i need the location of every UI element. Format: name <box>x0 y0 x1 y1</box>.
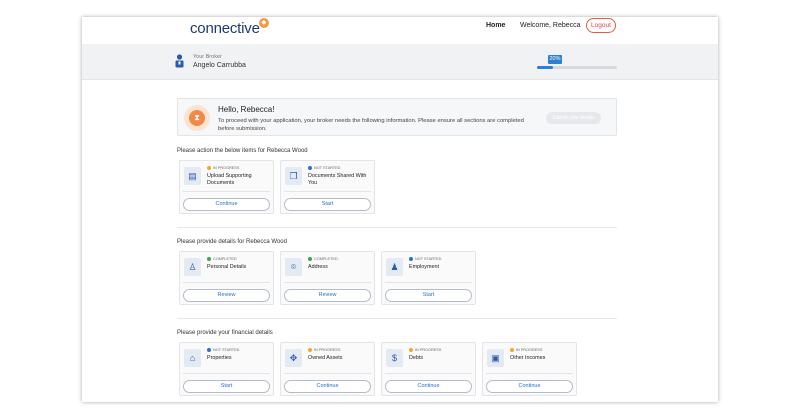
card-divider <box>183 191 270 192</box>
card-title: Properties <box>207 355 232 361</box>
broker-bar: Your Broker Angelo Carrubba 20% <box>82 44 718 80</box>
task-card: ⌾ COMPLETED Address Review <box>280 251 375 305</box>
greeting-message: To proceed with your application, your b… <box>218 118 524 132</box>
status-badge: COMPLETED <box>308 257 338 261</box>
submit-details-button[interactable]: Submit your details <box>546 112 601 124</box>
card-divider <box>183 373 270 374</box>
status-badge: IN PROGRESS <box>308 348 340 352</box>
card-title: Other Incomes <box>510 355 546 361</box>
card-action-button[interactable]: Continue <box>183 198 270 211</box>
status-label: COMPLETED <box>213 257 237 261</box>
status-dot-icon <box>207 166 211 170</box>
status-dot-icon <box>308 257 312 261</box>
task-card: $ IN PROGRESS Debts Continue <box>381 342 476 396</box>
logo-badge-icon: ◆ <box>258 18 269 28</box>
task-card: ❐ NOT STARTED Documents Shared With You Sta… <box>280 160 375 214</box>
card-title: Debts <box>409 355 424 361</box>
status-badge: NOT STARTED <box>207 348 239 352</box>
status-label: IN PROGRESS <box>516 348 543 352</box>
broker-person-icon <box>175 54 184 68</box>
card-action-button[interactable]: Continue <box>486 380 573 393</box>
task-card: ♟ NOT STARTED Employment Start <box>381 251 476 305</box>
card-title: Personal Details <box>207 264 247 270</box>
logo-text: connective <box>190 20 260 37</box>
status-badge: NOT STARTED <box>308 166 340 170</box>
card-divider <box>486 373 573 374</box>
other-incomes-icon: ▣ <box>487 349 504 367</box>
card-action-button[interactable]: Review <box>284 289 371 302</box>
employment-icon: ♟ <box>386 258 403 276</box>
status-dot-icon <box>207 257 211 261</box>
status-label: NOT STARTED <box>213 348 240 352</box>
card-divider <box>385 282 472 283</box>
card-action-button[interactable]: Review <box>183 289 270 302</box>
card-title: Address <box>308 264 328 270</box>
card-action-button[interactable]: Continue <box>385 380 472 393</box>
section-title: Please provide details for Rebecca Wood <box>177 239 287 245</box>
card-divider <box>284 282 371 283</box>
status-label: NOT STARTED <box>415 257 442 261</box>
status-badge: NOT STARTED <box>409 257 441 261</box>
card-title: Owned Assets <box>308 355 343 361</box>
connective-logo[interactable]: connective ◆ <box>190 18 269 37</box>
status-dot-icon <box>308 348 312 352</box>
broker-label: Your Broker <box>193 54 222 60</box>
status-label: IN PROGRESS <box>213 166 240 170</box>
document-upload-icon: ▤ <box>184 167 201 185</box>
status-badge: IN PROGRESS <box>409 348 441 352</box>
card-divider <box>385 373 472 374</box>
section-title: Please provide your financial details <box>177 330 273 336</box>
logout-button[interactable]: Logout <box>586 18 616 33</box>
task-card: ▣ IN PROGRESS Other Incomes Continue <box>482 342 577 396</box>
status-dot-icon <box>409 348 413 352</box>
card-title: Employment <box>409 264 439 270</box>
card-action-button[interactable]: Continue <box>284 380 371 393</box>
welcome-text: Welcome, Rebecca <box>520 22 581 29</box>
task-card: ♙ COMPLETED Personal Details Review <box>179 251 274 305</box>
greeting-banner: ⧗ Hello, Rebecca! To proceed with your a… <box>177 98 617 136</box>
card-action-button[interactable]: Start <box>385 289 472 302</box>
card-title: Upload Supporting Documents <box>207 173 252 186</box>
status-dot-icon <box>510 348 514 352</box>
status-dot-icon <box>308 166 312 170</box>
debts-icon: $ <box>386 349 403 367</box>
task-card: ✥ IN PROGRESS Owned Assets Continue <box>280 342 375 396</box>
card-action-button[interactable]: Start <box>284 198 371 211</box>
card-divider <box>284 373 371 374</box>
app-window: connective ◆ Home Welcome, Rebecca Logout… <box>82 17 718 402</box>
task-card: ⌂ NOT STARTED Properties Start <box>179 342 274 396</box>
status-label: COMPLETED <box>314 257 338 261</box>
section-title: Please action the below items for Rebecc… <box>177 148 308 154</box>
card-action-button[interactable]: Start <box>183 380 270 393</box>
status-badge: COMPLETED <box>207 257 237 261</box>
owned-assets-icon: ✥ <box>285 349 302 367</box>
greeting-title: Hello, Rebecca! <box>218 105 275 114</box>
top-nav: connective ◆ Home Welcome, Rebecca Logout <box>82 17 718 44</box>
status-label: NOT STARTED <box>314 166 341 170</box>
status-label: IN PROGRESS <box>314 348 341 352</box>
status-dot-icon <box>409 257 413 261</box>
card-divider <box>183 282 270 283</box>
hourglass-icon: ⧗ <box>184 105 210 131</box>
properties-icon: ⌂ <box>184 349 201 367</box>
status-badge: IN PROGRESS <box>207 166 239 170</box>
progress-bar-fill <box>537 66 553 69</box>
section-divider <box>177 227 617 228</box>
progress-bar <box>537 66 617 69</box>
task-card: ▤ IN PROGRESS Upload Supporting Documents C… <box>179 160 274 214</box>
progress-percent-badge: 20% <box>548 55 562 64</box>
broker-name: Angelo Carrubba <box>193 62 246 69</box>
shared-documents-icon: ❐ <box>285 167 302 185</box>
section-divider <box>177 318 617 319</box>
nav-home-link[interactable]: Home <box>486 22 505 29</box>
status-dot-icon <box>207 348 211 352</box>
address-pin-icon: ⌾ <box>285 258 302 276</box>
status-label: IN PROGRESS <box>415 348 442 352</box>
status-badge: IN PROGRESS <box>510 348 542 352</box>
person-details-icon: ♙ <box>184 258 201 276</box>
card-divider <box>284 191 371 192</box>
card-title: Documents Shared With You <box>308 173 367 186</box>
